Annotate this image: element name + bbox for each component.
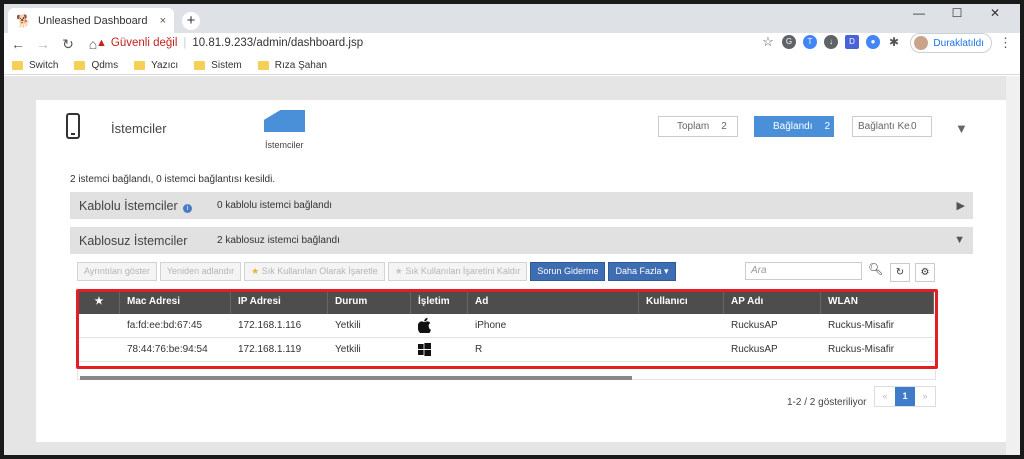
bookmark-qdms[interactable]: Qdms (74, 60, 118, 71)
download-icon[interactable]: ↓ (824, 35, 838, 49)
folder-icon (12, 61, 23, 70)
minimize-button[interactable]: — (900, 6, 938, 26)
bookmarks-bar: Switch Qdms Yazıcı Sistem Rıza Şahan (4, 57, 1020, 75)
collapse-panel-icon[interactable]: ▼ (955, 121, 968, 136)
bookmark-switch[interactable]: Switch (12, 60, 58, 71)
forward-icon[interactable]: → (32, 36, 54, 52)
wireless-section-title: Kablosuz İstemciler (79, 233, 188, 248)
tab-title: Unleashed Dashboard (38, 14, 148, 27)
separator: | (183, 37, 187, 49)
search-input[interactable]: Ara (745, 262, 862, 280)
folder-icon (194, 61, 206, 70)
rename-button[interactable]: Yeniden adlandır (159, 262, 242, 281)
wired-section-desc: 0 kablolu istemci bağlandı (217, 200, 333, 211)
profile-button[interactable]: Duraklatıldı (910, 33, 992, 53)
pagination-info: 1-2 / 2 gösteriliyor (787, 397, 867, 408)
back-icon[interactable]: ← (7, 36, 29, 52)
puzzle-icon[interactable]: ✱ (887, 35, 901, 49)
total-counter[interactable]: Toplam 2 (658, 116, 738, 137)
extension-blue-icon[interactable]: ● (866, 35, 880, 49)
troubleshoot-button[interactable]: Sorun Giderme (530, 262, 606, 281)
security-label[interactable]: Güvenli değil (111, 37, 177, 49)
wireless-section-desc: 2 kablosuz istemci bağlandı (217, 235, 340, 246)
unmark-favorite-button[interactable]: ★ Sık Kullanılan İşaretini Kaldır (387, 262, 528, 281)
folder-icon (134, 61, 146, 70)
page-1-button[interactable]: 1 (895, 387, 915, 406)
menu-dots-icon[interactable]: ⋮ (999, 35, 1012, 51)
ruckus-dog-icon: 🐕 (16, 13, 31, 28)
profile-label: Duraklatıldı (933, 37, 984, 49)
bookmark-star-icon[interactable]: ☆ (761, 35, 775, 49)
close-window-button[interactable]: ✕ (976, 6, 1014, 26)
tab-close-icon[interactable]: × (160, 15, 166, 27)
browser-titlebar: 🐕 Unleashed Dashboard × + — ☐ ✕ (4, 4, 1020, 33)
page-content: İstemciler İstemciler Toplam 2 Bağlandı … (4, 76, 1020, 455)
phone-icon (66, 113, 80, 139)
bookmark-riza-sahan[interactable]: Rıza Şahan (257, 60, 327, 71)
clients-panel: İstemciler İstemciler Toplam 2 Bağlandı … (36, 100, 1006, 442)
more-dropdown-button[interactable]: Daha Fazla ▾ (608, 262, 676, 281)
vertical-scrollbar[interactable] (1006, 76, 1020, 455)
collapse-arrow-icon[interactable]: ▼ (954, 234, 965, 246)
folder-icon (257, 61, 269, 70)
extension-d-icon[interactable]: D (845, 35, 859, 49)
clients-chart-shape[interactable] (264, 110, 305, 132)
search-icon[interactable]: 🔍︎ (868, 262, 883, 276)
expand-arrow-icon[interactable]: ▶ (957, 199, 965, 212)
show-details-button[interactable]: Ayrıntıları göster (77, 262, 157, 281)
settings-gear-icon[interactable]: ⚙ (915, 263, 935, 282)
avatar (914, 36, 929, 50)
red-highlight-box (76, 289, 938, 369)
mark-favorite-button[interactable]: ★ Sık Kullanılan Olarak İşaretle (244, 262, 385, 281)
disconnected-counter[interactable]: Bağlantı Ke... 0 (852, 116, 932, 137)
star-icon: ★ (251, 266, 260, 276)
panel-title: İstemciler (111, 121, 167, 136)
folder-icon (74, 61, 86, 70)
maximize-button[interactable]: ☐ (938, 6, 976, 26)
new-tab-button[interactable]: + (182, 12, 200, 30)
connected-counter[interactable]: Bağlandı 2 (754, 116, 834, 137)
wireless-clients-section[interactable]: Kablosuz İstemciler 2 kablosuz istemci b… (70, 227, 973, 254)
wired-section-title: Kablolu İstemciler i (79, 199, 217, 213)
pagination: « 1 » (874, 386, 936, 407)
next-page-button[interactable]: » (915, 387, 935, 406)
url-text[interactable]: 10.81.9.233/admin/dashboard.jsp (192, 37, 363, 49)
prev-page-button[interactable]: « (875, 387, 895, 406)
warning-icon: ▲ (96, 37, 107, 49)
bookmark-sistem[interactable]: Sistem (194, 60, 242, 71)
action-toolbar: Ayrıntıları göster Yeniden adlandır ★ Sı… (77, 262, 676, 281)
horizontal-scrollbar[interactable] (80, 376, 632, 380)
browser-toolbar: ← → ↻ ⌂ ▲ Güvenli değil | 10.81.9.233/ad… (4, 33, 1020, 55)
info-icon[interactable]: i (183, 203, 193, 213)
extension-icon[interactable]: G (782, 35, 796, 49)
star-icon: ★ (394, 266, 403, 276)
address-bar[interactable]: ▲ Güvenli değil | 10.81.9.233/admin/dash… (96, 32, 756, 54)
chart-label: İstemciler (265, 140, 304, 150)
reload-icon[interactable]: ↻ (57, 36, 79, 53)
wired-clients-section[interactable]: Kablolu İstemciler i 0 kablolu istemci b… (70, 192, 973, 219)
refresh-button[interactable]: ↻ (890, 263, 910, 282)
browser-tab[interactable]: 🐕 Unleashed Dashboard × (8, 8, 174, 33)
clients-summary: 2 istemci bağlandı, 0 istemci bağlantısı… (70, 174, 276, 185)
bookmark-yazici[interactable]: Yazıcı (134, 60, 178, 71)
translate-icon[interactable]: T (803, 35, 817, 49)
